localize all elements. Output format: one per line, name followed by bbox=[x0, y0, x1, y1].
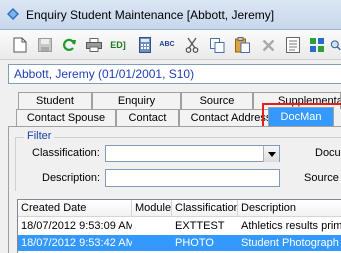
title-bar: Enquiry Student Maintenance [Abbott, Jer… bbox=[0, 0, 341, 30]
report-icon[interactable] bbox=[285, 37, 301, 53]
column-created-date[interactable]: Created Date bbox=[18, 200, 132, 216]
toolbar: ED] ABC bbox=[0, 30, 341, 60]
delete-icon[interactable] bbox=[260, 37, 276, 53]
cell-module bbox=[132, 235, 172, 251]
document-label: Docu bbox=[315, 147, 341, 159]
zoom-icon[interactable] bbox=[330, 37, 341, 53]
app-diamond-icon bbox=[7, 8, 19, 20]
tab-enquiry[interactable]: Enquiry bbox=[92, 92, 181, 109]
description-input[interactable] bbox=[105, 169, 280, 187]
window-title: Enquiry Student Maintenance [Abbott, Jer… bbox=[26, 8, 275, 22]
cell-created-date: 18/07/2012 9:53:09 AM bbox=[21, 220, 132, 232]
refresh-icon[interactable] bbox=[61, 37, 77, 53]
chevron-down-icon[interactable] bbox=[263, 146, 279, 162]
table-row[interactable]: 18/07/2012 9:53:09 AM EXTTEST Athletics … bbox=[18, 218, 341, 234]
record-header: Abbott, Jeremy (01/01/2001, S10) bbox=[8, 64, 341, 84]
tab-contact-spouse[interactable]: Contact Spouse bbox=[16, 109, 116, 126]
new-document-icon[interactable] bbox=[12, 37, 28, 53]
copy-icon[interactable] bbox=[209, 37, 225, 53]
column-description[interactable]: Description bbox=[238, 200, 341, 216]
classification-dropdown[interactable] bbox=[105, 145, 280, 162]
ed-icon[interactable]: ED] bbox=[109, 37, 127, 53]
column-module[interactable]: Module bbox=[132, 200, 172, 216]
cell-description: Student Photograph bbox=[241, 237, 339, 249]
print-icon[interactable] bbox=[86, 37, 102, 53]
source-label: Source I bbox=[304, 172, 341, 184]
cell-classification: PHOTO bbox=[175, 237, 214, 249]
column-classification[interactable]: Classification bbox=[172, 200, 238, 216]
grid-icon[interactable] bbox=[309, 37, 325, 53]
save-icon[interactable] bbox=[37, 37, 53, 53]
tab-student[interactable]: Student bbox=[18, 92, 92, 109]
table-row-selected[interactable]: 18/07/2012 9:53:42 AM PHOTO Student Phot… bbox=[18, 235, 341, 251]
tab-contact[interactable]: Contact bbox=[116, 109, 179, 126]
filter-legend: Filter bbox=[24, 130, 55, 142]
cell-classification: EXTTEST bbox=[175, 220, 225, 232]
description-label: Description: bbox=[42, 172, 101, 184]
grid-header: Created Date Module Classification Descr… bbox=[18, 200, 341, 217]
cell-created-date: 18/07/2012 9:53:42 AM bbox=[21, 237, 132, 249]
record-header-text: Abbott, Jeremy (01/01/2001, S10) bbox=[14, 67, 195, 81]
calculator-icon[interactable] bbox=[137, 37, 153, 53]
cell-module bbox=[132, 218, 172, 234]
documents-grid: Created Date Module Classification Descr… bbox=[17, 199, 341, 253]
paste-icon[interactable] bbox=[234, 37, 250, 53]
spellcheck-icon[interactable]: ABC bbox=[158, 37, 176, 53]
cut-icon[interactable] bbox=[184, 37, 200, 53]
tab-source[interactable]: Source bbox=[181, 92, 253, 109]
cell-description: Athletics results prima bbox=[241, 220, 341, 232]
classification-label: Classification: bbox=[32, 147, 100, 159]
